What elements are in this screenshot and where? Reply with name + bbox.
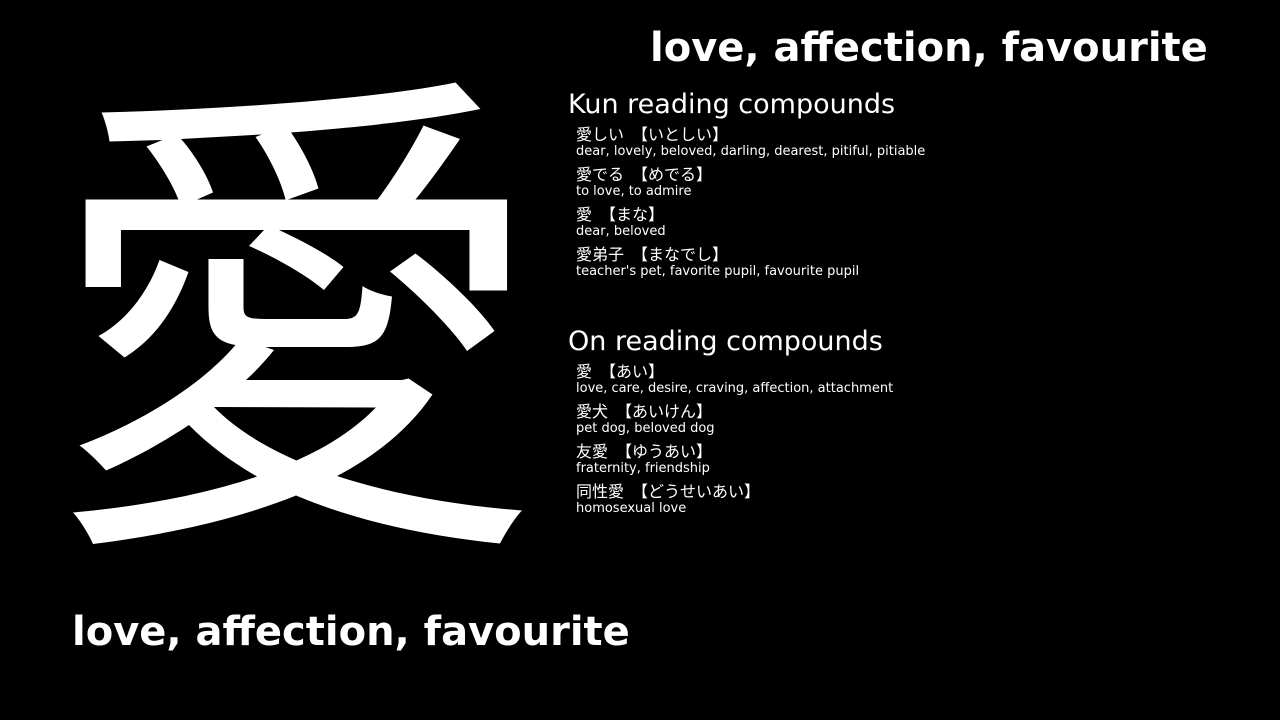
bottom-meaning-caption: love, affection, favourite: [72, 609, 630, 655]
kun-compound-item: 愛しい 【いとしい】 dear, lovely, beloved, darling…: [576, 126, 1258, 162]
compound-meaning: pet dog, beloved dog: [576, 421, 715, 436]
on-compound-item: 愛犬 【あいけん】 pet dog, beloved dog: [576, 403, 1258, 439]
compound-reading: 【めでる】: [632, 165, 713, 184]
compound-word: 同性愛: [576, 482, 625, 501]
compound-reading: 【いとしい】: [632, 125, 729, 144]
compound-head: 友愛 【ゆうあい】: [576, 443, 1258, 461]
compound-meaning: love, care, desire, craving, affection, …: [576, 381, 894, 396]
compound-head: 愛しい 【いとしい】: [576, 126, 1258, 144]
compound-reading: 【まなでし】: [632, 245, 729, 264]
compound-meaning: teacher's pet, favorite pupil, favourite…: [576, 264, 860, 279]
compound-head: 愛弟子 【まなでし】: [576, 246, 1258, 264]
compound-reading: 【ゆうあい】: [616, 442, 713, 461]
compound-head: 愛【あい】: [576, 363, 1258, 381]
top-meaning-heading: love, affection, favourite: [650, 25, 1208, 71]
kun-compound-item: 愛【まな】 dear, beloved: [576, 206, 1258, 242]
kun-compound-item: 愛でる 【めでる】 to love, to admire: [576, 166, 1258, 202]
kun-section-title: Kun reading compounds: [568, 89, 896, 120]
on-compound-item: 同性愛 【どうせいあい】 homosexual love: [576, 483, 1258, 519]
compound-word: 愛: [576, 362, 593, 381]
compound-meaning: homosexual love: [576, 501, 687, 516]
on-reading-section: On reading compounds 愛【あい】 love, care, d…: [568, 325, 1258, 519]
compound-meaning: fraternity, friendship: [576, 461, 710, 476]
compound-word: 愛犬: [576, 402, 609, 421]
compound-word: 友愛: [576, 442, 609, 461]
compound-reading: 【まな】: [600, 205, 665, 224]
compound-word: 愛弟子: [576, 245, 625, 264]
compound-word: 愛しい: [576, 125, 625, 144]
compound-meaning: to love, to admire: [576, 184, 692, 199]
compound-head: 愛犬 【あいけん】: [576, 403, 1258, 421]
compound-word: 愛: [576, 205, 593, 224]
kanji-character: 愛: [46, 40, 546, 620]
compound-meaning: dear, beloved: [576, 224, 666, 239]
on-section-title: On reading compounds: [568, 326, 883, 357]
compound-reading: 【あい】: [600, 362, 665, 381]
compound-meaning: dear, lovely, beloved, darling, dearest,…: [576, 144, 926, 159]
kun-reading-section: Kun reading compounds 愛しい 【いとしい】 dear, lo…: [568, 88, 1258, 282]
compound-reading: 【あいけん】: [616, 402, 713, 421]
compound-reading: 【どうせいあい】: [632, 482, 761, 501]
compound-head: 愛でる 【めでる】: [576, 166, 1258, 184]
compound-word: 愛でる: [576, 165, 625, 184]
on-compound-item: 愛【あい】 love, care, desire, craving, affec…: [576, 363, 1258, 399]
on-compound-item: 友愛 【ゆうあい】 fraternity, friendship: [576, 443, 1258, 479]
compound-head: 愛【まな】: [576, 206, 1258, 224]
compound-head: 同性愛 【どうせいあい】: [576, 483, 1258, 501]
kun-compound-item: 愛弟子 【まなでし】 teacher's pet, favorite pupil,…: [576, 246, 1258, 282]
